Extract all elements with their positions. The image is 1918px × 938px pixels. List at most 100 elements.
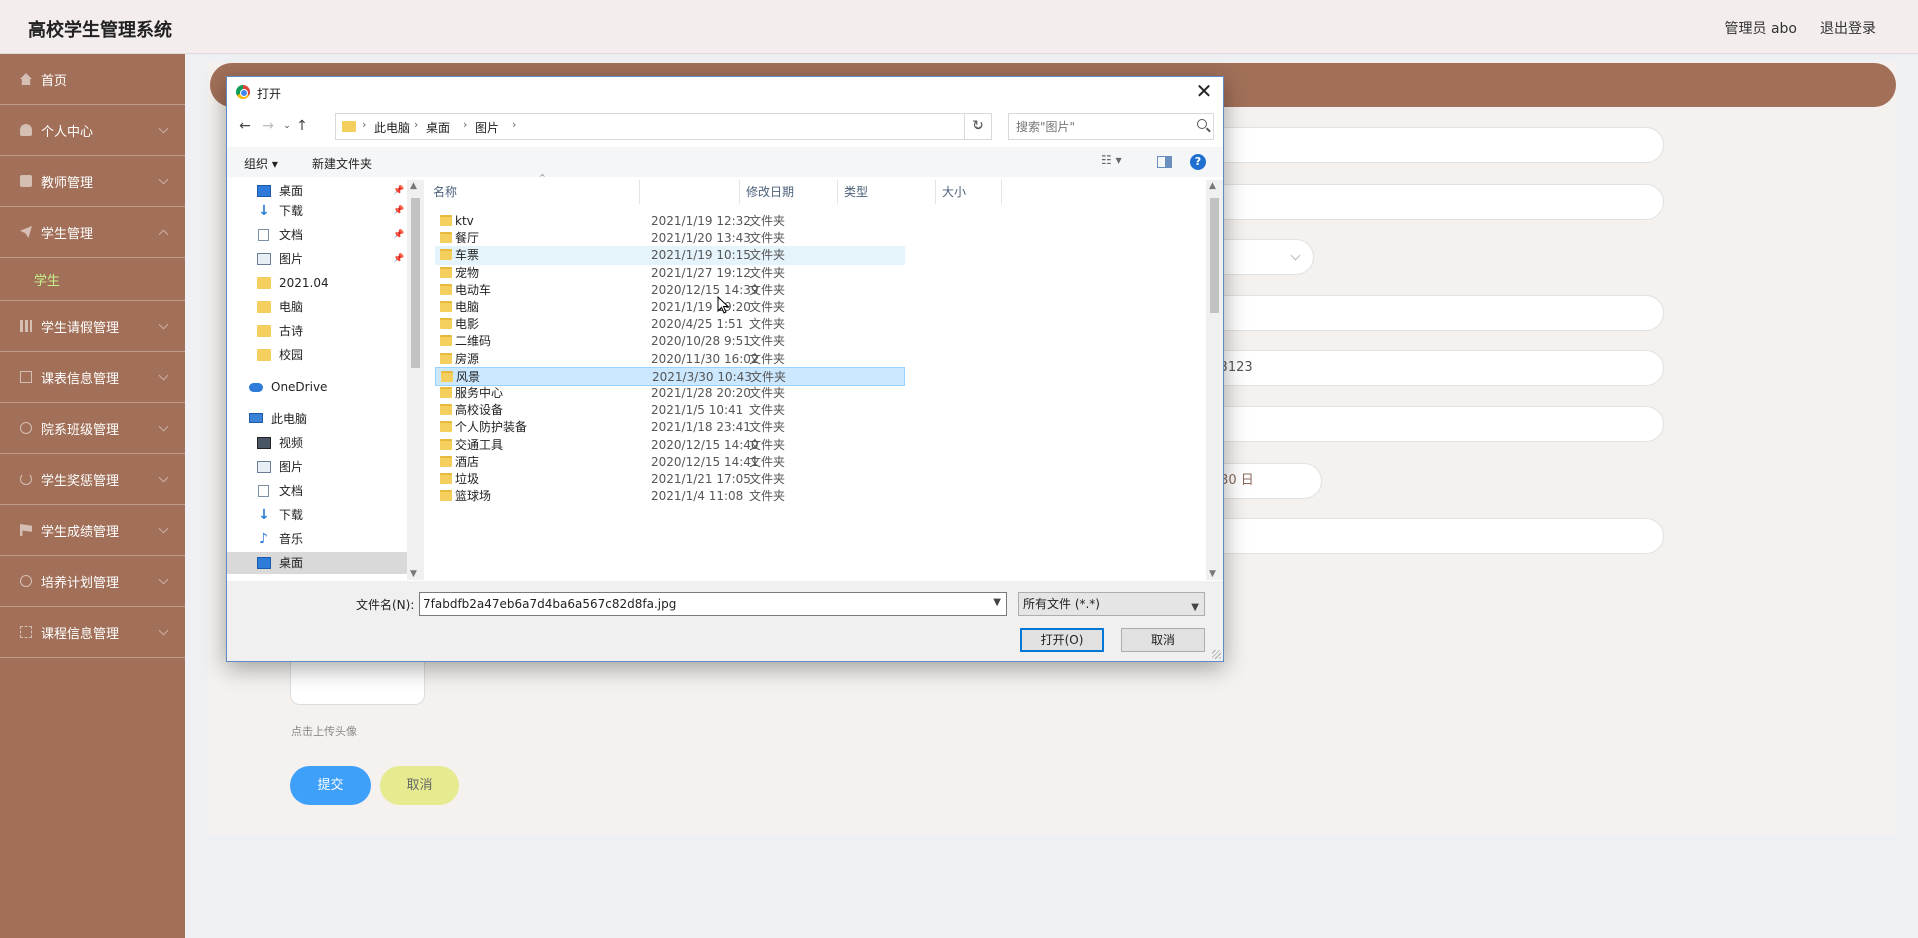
tree-scroll-thumb[interactable]: [411, 198, 420, 368]
column-header-size[interactable]: 大小: [936, 180, 1002, 204]
text-field-3[interactable]: [1190, 295, 1664, 331]
sidebar-item-profile[interactable]: 个人中心: [0, 105, 185, 156]
sidebar-item-training[interactable]: 培养计划管理: [0, 556, 185, 607]
file-row[interactable]: 个人防护装备 2021/1/18 23:41 文件夹: [435, 418, 905, 437]
search-icon: [1197, 119, 1207, 129]
file-row[interactable]: ktv 2021/1/19 12:32 文件夹: [435, 212, 905, 231]
filetype-select[interactable]: 所有文件 (*.*) ▼: [1018, 592, 1205, 616]
sidebar-item-students[interactable]: 学生管理: [0, 207, 185, 258]
sidebar-item-home[interactable]: 首页: [0, 54, 185, 105]
sidebar-item-courses[interactable]: 课程信息管理: [0, 607, 185, 658]
view-options-icon[interactable]: ☷ ▾: [1101, 153, 1122, 167]
folder-icon: [440, 249, 452, 261]
file-list-scroll-thumb[interactable]: [1210, 198, 1219, 313]
file-row[interactable]: 高校设备 2021/1/5 10:41 文件夹: [435, 401, 905, 420]
cancel-button[interactable]: 取消: [1121, 628, 1205, 652]
close-button[interactable]: ✕: [1191, 79, 1217, 105]
tree-item-onedrive[interactable]: OneDrive: [227, 376, 407, 398]
resize-grip-icon[interactable]: [1212, 650, 1221, 659]
file-row[interactable]: 篮球场 2021/1/4 11:08 文件夹: [435, 487, 905, 506]
sidebar-item-leave[interactable]: 学生请假管理: [0, 301, 185, 352]
tree-item-this-pc[interactable]: 此电脑: [227, 408, 407, 430]
tree-item-desktop[interactable]: 桌面: [227, 552, 407, 574]
scroll-up-icon[interactable]: ▲: [410, 181, 417, 191]
file-row[interactable]: 电脑 2021/1/19 19:20 文件夹: [435, 298, 905, 317]
file-row[interactable]: 服务中心 2021/1/28 20:20 文件夹: [435, 384, 905, 403]
text-field-2[interactable]: [1190, 184, 1664, 220]
file-row[interactable]: 餐厅 2021/1/20 13:43 文件夹: [435, 229, 905, 248]
sidebar-subitem-student[interactable]: 学生: [0, 258, 185, 301]
password-field[interactable]: 123123: [1190, 350, 1664, 386]
submit-button[interactable]: 提交: [290, 766, 371, 805]
file-row[interactable]: 风景 2021/3/30 10:43 文件夹: [435, 366, 905, 386]
file-row[interactable]: 交通工具 2020/12/15 14:40 文件夹: [435, 436, 905, 455]
sidebar-item-departments[interactable]: 院系班级管理: [0, 403, 185, 454]
file-row[interactable]: 酒店 2020/12/15 14:41 文件夹: [435, 453, 905, 472]
sidebar-item-label: 个人中心: [41, 124, 94, 140]
dialog-title: 打开: [257, 87, 282, 101]
breadcrumb-this-pc[interactable]: 此电脑: [374, 119, 410, 136]
breadcrumb-desktop[interactable]: 桌面: [426, 119, 450, 136]
file-row[interactable]: 宠物 2021/1/27 19:12 文件夹: [435, 264, 905, 283]
breadcrumb-pictures[interactable]: 图片: [475, 119, 499, 136]
file-name: 个人防护装备: [455, 420, 528, 435]
back-icon[interactable]: ←: [234, 115, 256, 137]
tree-item-computer-folder[interactable]: 电脑: [227, 296, 407, 318]
sidebar-item-label: 课表信息管理: [41, 371, 120, 387]
tree-item-2021-04[interactable]: 2021.04: [227, 272, 407, 294]
file-type: 文件夹: [749, 282, 786, 297]
sidebar-item-timetable[interactable]: 课表信息管理: [0, 352, 185, 403]
scroll-down-icon[interactable]: ▼: [410, 569, 417, 579]
tree-item-videos[interactable]: 视频: [227, 432, 407, 454]
filename-input[interactable]: [420, 593, 980, 615]
sidebar-item-rewards[interactable]: 学生奖惩管理: [0, 454, 185, 505]
file-row[interactable]: 垃圾 2021/1/21 17:05 文件夹: [435, 470, 905, 489]
chevron-down-icon: [158, 574, 169, 585]
tree-item-documents[interactable]: 文档: [227, 480, 407, 502]
file-list-scrollbar[interactable]: ▲ ▼: [1206, 180, 1223, 580]
new-folder-button[interactable]: 新建文件夹: [312, 155, 372, 172]
tree-item-downloads[interactable]: ↓ 下载: [227, 504, 407, 526]
scroll-down-icon[interactable]: ▼: [1209, 569, 1216, 579]
logout-link[interactable]: 退出登录: [1820, 18, 1876, 38]
chevron-down-icon: [158, 472, 169, 483]
address-bar[interactable]: › 此电脑 › 桌面 › 图片 › ⌄: [335, 113, 992, 140]
text-field-1[interactable]: [1190, 127, 1664, 163]
file-row[interactable]: 车票 2021/1/19 10:15 文件夹: [435, 246, 905, 266]
tree-item-desktop-quick[interactable]: 桌面 📌: [227, 180, 407, 202]
file-row[interactable]: 电动车 2020/12/15 14:39 文件夹: [435, 281, 905, 300]
organize-button[interactable]: 组织 ▾: [244, 155, 278, 172]
chevron-down-icon[interactable]: ▼: [993, 597, 1001, 608]
sidebar-item-grades[interactable]: 学生成绩管理: [0, 505, 185, 556]
file-type: 文件夹: [749, 472, 786, 486]
refresh-button[interactable]: ↻: [964, 113, 992, 140]
filename-combobox[interactable]: ▼: [419, 592, 1007, 616]
tree-item-pictures[interactable]: 图片: [227, 456, 407, 478]
sidebar-item-teachers[interactable]: 教师管理: [0, 156, 185, 207]
file-type: 文件夹: [749, 248, 786, 263]
column-header-date[interactable]: 修改日期: [740, 180, 838, 204]
form-cancel-button[interactable]: 取消: [380, 766, 459, 805]
column-header-type[interactable]: 类型: [838, 180, 936, 204]
scroll-up-icon[interactable]: ▲: [1209, 181, 1216, 191]
file-row[interactable]: 房源 2020/11/30 16:02 文件夹: [435, 350, 905, 369]
tree-item-pictures-quick[interactable]: 图片 📌: [227, 248, 407, 270]
music-icon: ♪: [259, 531, 268, 547]
search-box[interactable]: [1008, 113, 1214, 140]
up-icon[interactable]: ↑: [291, 115, 313, 137]
text-field-4[interactable]: [1190, 406, 1664, 442]
text-field-5[interactable]: [1190, 518, 1664, 554]
tree-item-poems[interactable]: 古诗: [227, 320, 407, 342]
tree-item-documents-quick[interactable]: 文档 📌: [227, 224, 407, 246]
file-row[interactable]: 二维码 2020/10/28 9:51 文件夹: [435, 332, 905, 351]
tree-item-music[interactable]: ♪ 音乐: [227, 528, 407, 550]
file-row[interactable]: 电影 2020/4/25 1:51 文件夹: [435, 315, 905, 334]
column-header-name[interactable]: 名称: [427, 180, 640, 204]
tree-item-downloads-quick[interactable]: ↓ 下载 📌: [227, 200, 407, 222]
open-button[interactable]: 打开(O): [1020, 628, 1104, 652]
help-icon[interactable]: ?: [1190, 154, 1206, 170]
tree-scrollbar[interactable]: ▲ ▼: [407, 180, 424, 580]
search-input[interactable]: [1009, 114, 1179, 139]
tree-item-campus[interactable]: 校园: [227, 344, 407, 366]
preview-pane-icon[interactable]: [1157, 156, 1172, 168]
